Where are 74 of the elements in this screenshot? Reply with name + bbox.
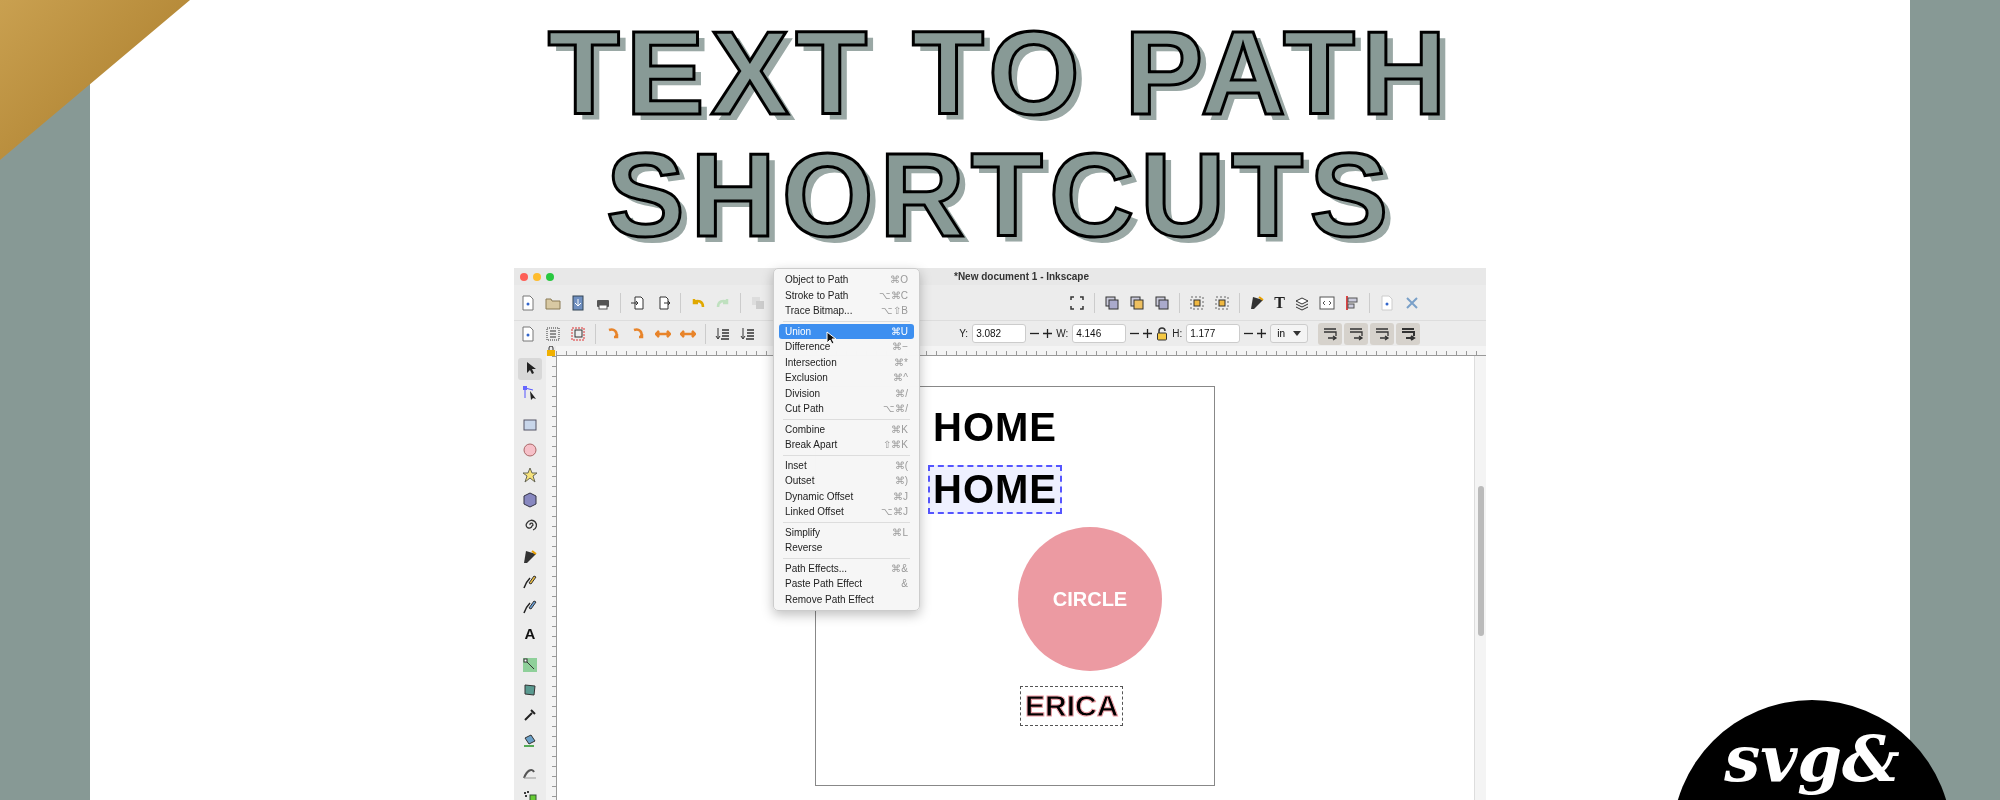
align-icon[interactable]: [1344, 294, 1360, 311]
headline: TEXT TO PATH: [547, 12, 1453, 134]
number-field[interactable]: 4.146: [1072, 324, 1127, 343]
menu-item[interactable]: Dynamic Offset ⌘J: [779, 488, 914, 504]
unit-dropdown[interactable]: in: [1270, 324, 1308, 343]
cube-icon[interactable]: [522, 492, 538, 508]
star-icon[interactable]: [522, 467, 538, 483]
plus-icon[interactable]: [1043, 329, 1053, 338]
plus-icon[interactable]: [1143, 329, 1153, 338]
lower-icon[interactable]: [740, 325, 756, 342]
calligraphy-pen-icon[interactable]: [522, 599, 538, 615]
menu-item[interactable]: Cut Path ⌥⌘/: [779, 401, 914, 417]
scrollbar-thumb[interactable]: [1477, 486, 1484, 636]
dashed-square-icon[interactable]: [1189, 294, 1206, 311]
document-icon[interactable]: [520, 294, 536, 311]
menu-item[interactable]: Intersection ⌘*: [779, 354, 914, 370]
stacked-squares-icon[interactable]: [1154, 294, 1171, 311]
headline: SHORTCUTS: [605, 134, 1395, 256]
number-field[interactable]: 1.177: [1186, 324, 1241, 343]
number-field[interactable]: 3.082: [972, 324, 1027, 343]
caret-icon: [1293, 331, 1301, 336]
circle-label: CIRCLE: [1052, 587, 1128, 611]
bucket-icon[interactable]: [522, 732, 538, 748]
menu-item[interactable]: Paste Path Effect &: [779, 576, 914, 592]
menu-item[interactable]: Outset ⌘): [779, 473, 914, 489]
menu-item[interactable]: Stroke to Path ⌥⌘C: [779, 287, 914, 303]
menu-item[interactable]: Object to Path ⌘O: [779, 272, 914, 288]
window-title: *New document 1 - Inkscape: [954, 271, 1090, 282]
snap-toggle-icon[interactable]: [1318, 322, 1342, 345]
pen-icon[interactable]: [1249, 294, 1266, 311]
menu-item[interactable]: Inset ⌘(: [779, 457, 914, 473]
circle-icon[interactable]: [522, 442, 538, 458]
menu-item[interactable]: Path Effects... ⌘&: [779, 560, 914, 576]
menu-item[interactable]: Division ⌘/: [779, 385, 914, 401]
snap-toggle-icon[interactable]: [1370, 322, 1394, 345]
import-icon[interactable]: [630, 294, 646, 311]
image-squares-icon[interactable]: [1129, 294, 1146, 311]
snap-toggle-icon[interactable]: [1396, 322, 1420, 345]
code-window-icon[interactable]: [1319, 294, 1335, 311]
node-editor-icon[interactable]: [522, 385, 538, 401]
menu-item[interactable]: Break Apart ⇧⌘K: [779, 437, 914, 453]
document-icon[interactable]: [520, 325, 536, 342]
menu-item[interactable]: Difference ⌘−: [779, 339, 914, 355]
canvas-text[interactable]: HOME: [928, 403, 1062, 452]
text-tool-button[interactable]: T: [1274, 293, 1285, 312]
stacked-squares-icon[interactable]: [1104, 294, 1121, 311]
snap-toggle-icon[interactable]: [1344, 322, 1368, 345]
outlined-text[interactable]: ERICA: [1021, 687, 1123, 725]
logo-text: svg&: [1724, 724, 1900, 794]
selection-square-icon[interactable]: [570, 325, 586, 342]
rectangle-icon[interactable]: [522, 417, 538, 433]
field-label: Y:: [959, 328, 969, 339]
pen-icon[interactable]: [522, 549, 538, 565]
lower-icon[interactable]: [715, 325, 731, 342]
menu-item[interactable]: Trace Bitmap... ⌥⇧B: [779, 303, 914, 319]
text-tool-button[interactable]: A: [524, 625, 536, 642]
spiral-icon[interactable]: [522, 517, 538, 533]
menu-item[interactable]: Exclusion ⌘^: [779, 370, 914, 386]
pencil-icon[interactable]: [522, 574, 538, 590]
menu-item[interactable]: Reverse: [779, 540, 914, 556]
field-label: W:: [1056, 328, 1069, 339]
save-icon[interactable]: [570, 294, 586, 311]
padlock-icon[interactable]: [1156, 326, 1169, 341]
gradient-icon[interactable]: [522, 657, 538, 673]
field-label: H:: [1172, 328, 1183, 339]
menu-item[interactable]: Remove Path Effect: [779, 591, 914, 607]
dashed-square-icon[interactable]: [1214, 294, 1231, 311]
corner-brackets-icon[interactable]: [1069, 294, 1086, 311]
menu-item[interactable]: Linked Offset ⌥⌘J: [779, 504, 914, 520]
dotted-selection-icon[interactable]: [545, 325, 561, 342]
menu-item[interactable]: Simplify ⌘L: [779, 524, 914, 540]
plus-icon[interactable]: [1257, 329, 1267, 338]
canvas-text[interactable]: HOME: [928, 465, 1062, 514]
menu-item[interactable]: Combine ⌘K: [779, 421, 914, 437]
